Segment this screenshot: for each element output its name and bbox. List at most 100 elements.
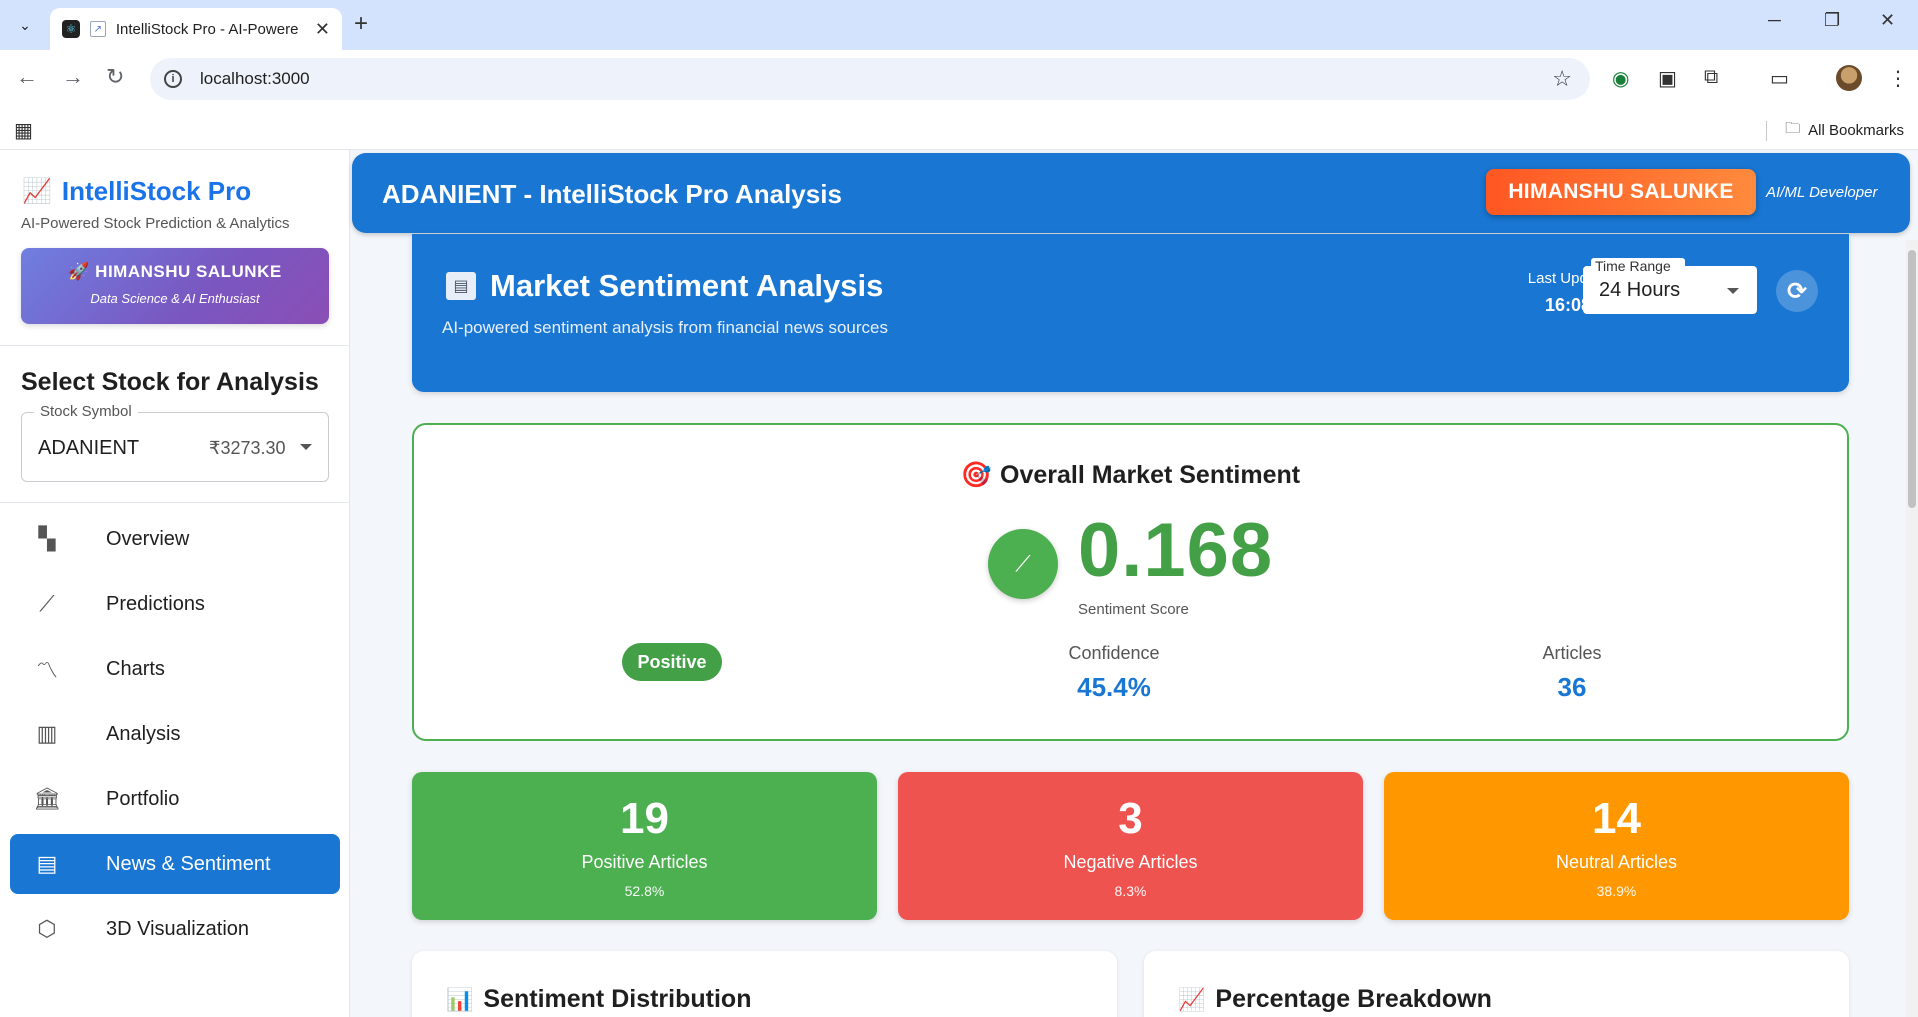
dashboard-icon: ▚ (38, 526, 56, 551)
positive-label: Positive Articles (581, 852, 708, 872)
trending-up-icon: ⟋ (988, 529, 1058, 599)
neutral-articles-card: 14 Neutral Articles 38.9% (1384, 772, 1849, 920)
page-title: ADANIENT - IntelliStock Pro Analysis (382, 179, 842, 209)
sentiment-distribution-card: 📊 Sentiment Distribution (412, 951, 1117, 1017)
tab-close-icon[interactable]: ✕ (315, 19, 330, 40)
new-tab-icon[interactable]: + (354, 10, 368, 38)
trending-chart-icon: 📈 (1178, 986, 1206, 1012)
chevron-down-icon (1727, 288, 1739, 294)
negative-articles-card: 3 Negative Articles 8.3% (898, 772, 1363, 920)
sidebar-item-predictions[interactable]: ⟋ Predictions (10, 574, 340, 634)
neutral-count: 14 (1592, 794, 1641, 843)
developer-role: Data Science & AI Enthusiast (90, 291, 260, 306)
bank-icon: 🏛 (33, 786, 61, 811)
tab-groups-icon[interactable]: ▭ (1770, 66, 1789, 91)
tab-search-chevron-icon[interactable]: ⌄ (12, 12, 38, 38)
banner-subtitle: AI-powered sentiment analysis from finan… (442, 318, 888, 337)
profile-avatar[interactable] (1836, 65, 1862, 91)
bar-chart-icon: 📊 (446, 986, 474, 1012)
chart-favicon-icon: ↗ (89, 21, 106, 37)
bookmarks-bar: ▦ 🗀 All Bookmarks (0, 108, 1918, 150)
address-bar[interactable]: i localhost:3000 ☆ (150, 58, 1590, 100)
apps-grid-icon[interactable]: ▦ (14, 118, 33, 143)
sentiment-score: 0.168 (1078, 508, 1274, 593)
developer-badge: HIMANSHU SALUNKE (1486, 169, 1756, 215)
confidence-label: Confidence (1068, 643, 1160, 663)
sidebar-item-label: 3D Visualization (106, 917, 250, 940)
react-favicon-icon: ⚛ (62, 20, 80, 38)
forward-icon[interactable]: → (62, 64, 84, 90)
brand-name: IntelliStock Pro (61, 176, 252, 206)
tab-title: IntelliStock Pro - AI-Powere (115, 20, 299, 38)
show-chart-icon: 〽 (35, 658, 58, 683)
sidebar-item-charts[interactable]: 〽 Charts (10, 639, 340, 699)
article-icon: ▤ (36, 851, 58, 876)
stock-symbol-value: ADANIENT (38, 437, 140, 459)
sidebar-item-label: Analysis (106, 722, 181, 745)
reload-icon[interactable]: ↻ (106, 64, 124, 90)
trending-up-icon: ⟋ (39, 591, 55, 616)
sidebar-item-3d-visualization[interactable]: ⬡ 3D Visualization (10, 899, 340, 959)
select-stock-heading: Select Stock for Analysis (21, 368, 319, 396)
time-range-label: Time Range (1591, 258, 1685, 274)
positive-articles-card: 19 Positive Articles 52.8% (412, 772, 877, 920)
positive-count: 19 (620, 794, 669, 843)
percentage-breakdown-title: Percentage Breakdown (1215, 985, 1492, 1013)
browser-tab-active[interactable]: ⚛ ↗ IntelliStock Pro - AI-Powere ✕ (50, 8, 342, 50)
sidebar-item-overview[interactable]: ▚ Overview (10, 509, 340, 569)
sidebar-nav: ▚ Overview ⟋ Predictions 〽 Charts ▥ Anal… (10, 509, 340, 964)
browser-menu-icon[interactable]: ⋮ (1888, 66, 1908, 91)
overall-sentiment-heading: 🎯 Overall Market Sentiment (414, 461, 1847, 490)
banner-title: Market Sentiment Analysis (490, 268, 884, 303)
negative-pct: 8.3% (1114, 883, 1147, 899)
negative-count: 3 (1118, 794, 1143, 843)
grammarly-extension-icon[interactable]: ◉ (1612, 66, 1629, 91)
overall-sentiment-card: 🎯 Overall Market Sentiment ⟋ 0.168 Sentim… (412, 423, 1849, 741)
time-range-select[interactable]: Time Range 24 Hours (1583, 258, 1757, 314)
sidebar-item-label: News & Sentiment (106, 852, 271, 875)
sidebar-item-portfolio[interactable]: 🏛 Portfolio (10, 769, 340, 829)
browser-toolbar: ← → ↻ i localhost:3000 ☆ ◉ ▣ ⧉ ▭ ⋮ (0, 50, 1918, 108)
neutral-label: Neutral Articles (1555, 852, 1678, 872)
all-bookmarks[interactable]: 🗀 All Bookmarks (1766, 118, 1904, 143)
negative-label: Negative Articles (1063, 852, 1198, 872)
sentiment-chip: Positive (622, 643, 722, 681)
stock-price: ₹3273.30 (209, 438, 286, 458)
trending-chart-icon: 📈 (22, 178, 52, 205)
sidebar-item-label: Portfolio (106, 787, 180, 810)
app-root: 📈 IntelliStock Pro AI-Powered Stock Pred… (0, 150, 1918, 1017)
back-icon[interactable]: ← (16, 64, 38, 90)
folder-icon: 🗀 (1785, 120, 1801, 137)
sentiment-banner: ▤ Market Sentiment Analysis AI-powered s… (412, 234, 1849, 392)
cast-extension-icon[interactable]: ▣ (1658, 66, 1677, 91)
bookmark-star-icon[interactable]: ☆ (1552, 66, 1572, 92)
divider (0, 345, 350, 346)
developer-name: 🚀 HIMANSHU SALUNKE (68, 262, 282, 281)
site-info-icon[interactable]: i (164, 70, 182, 88)
newspaper-icon: ▤ (446, 272, 476, 300)
confidence-value: 45.4% (1077, 672, 1151, 702)
developer-card: 🚀 HIMANSHU SALUNKE Data Science & AI Ent… (21, 248, 329, 324)
sidebar-item-label: Predictions (106, 592, 205, 615)
minimize-icon[interactable]: ─ (1768, 10, 1781, 31)
stock-symbol-select[interactable]: Stock Symbol ADANIENT ₹3273.30 (21, 403, 329, 482)
app-header: ADANIENT - IntelliStock Pro Analysis HIM… (352, 153, 1910, 233)
percentage-breakdown-card: 📈 Percentage Breakdown (1144, 951, 1849, 1017)
window-close-icon[interactable]: ✕ (1880, 10, 1895, 31)
sidebar-item-news-sentiment[interactable]: ▤ News & Sentiment (10, 834, 340, 894)
percentage-breakdown-heading: 📈 Percentage Breakdown (1178, 985, 1492, 1014)
scrollbar-thumb[interactable] (1908, 250, 1916, 508)
url-text[interactable]: localhost:3000 (200, 69, 310, 89)
stock-symbol-label: Stock Symbol (34, 403, 138, 420)
sentiment-score-label: Sentiment Score (1078, 601, 1189, 618)
sidebar-item-analysis[interactable]: ▥ Analysis (10, 704, 340, 764)
all-bookmarks-label: All Bookmarks (1808, 122, 1904, 139)
brand: 📈 IntelliStock Pro (22, 176, 251, 207)
chevron-down-icon (300, 444, 312, 450)
refresh-button[interactable]: ⟳ (1776, 270, 1818, 312)
articles-label: Articles (1542, 643, 1602, 663)
extensions-puzzle-icon[interactable]: ⧉ (1704, 66, 1718, 89)
restore-icon[interactable]: ❐ (1824, 10, 1840, 31)
page-scrollbar[interactable] (1906, 240, 1918, 1017)
sentiment-distribution-title: Sentiment Distribution (483, 985, 752, 1013)
